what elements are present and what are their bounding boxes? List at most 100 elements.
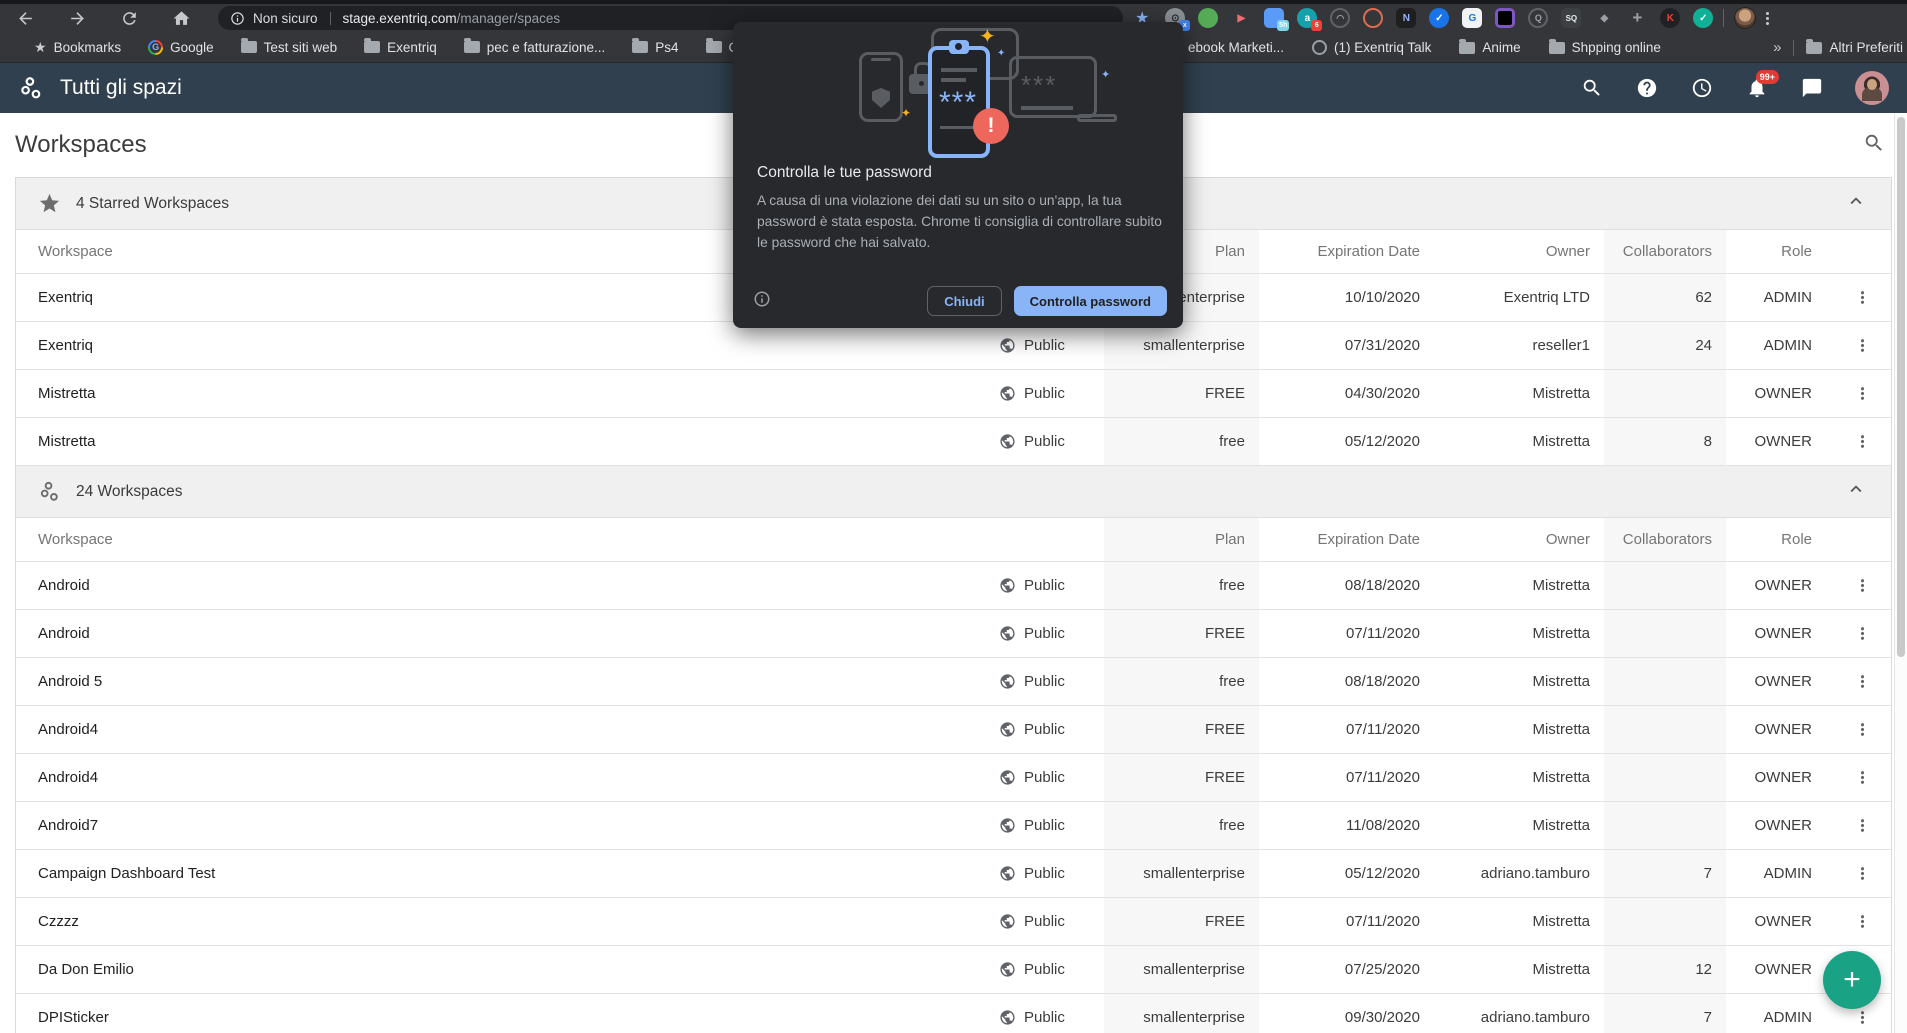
pink-arrow-extension-icon[interactable]: ▶ xyxy=(1231,8,1251,28)
collapse-chevron-icon[interactable] xyxy=(1845,478,1867,505)
home-icon[interactable] xyxy=(166,6,196,30)
url-text: stage.exentriq.com/manager/spaces xyxy=(343,11,561,26)
bookmark-item[interactable]: Ps4 xyxy=(632,40,678,55)
bookmarks-overflow-icon[interactable]: » xyxy=(1773,39,1781,56)
history-clock-icon[interactable] xyxy=(1690,76,1714,100)
row-menu-icon[interactable] xyxy=(1834,418,1891,465)
sparkle-icon: ✦ xyxy=(1101,68,1110,81)
table-row[interactable]: MistrettaPublicfree05/12/2020Mistretta8O… xyxy=(16,418,1891,466)
role-cell: OWNER xyxy=(1726,433,1834,450)
table-row[interactable]: Android4PublicFREE07/11/2020MistrettaOWN… xyxy=(16,706,1891,754)
add-workspace-fab[interactable]: + xyxy=(1823,951,1881,1009)
column-header-collaborators: Collaborators xyxy=(1604,230,1726,273)
notion-extension-icon[interactable]: N xyxy=(1396,8,1416,28)
chat-icon[interactable] xyxy=(1800,76,1824,100)
row-menu-icon[interactable] xyxy=(1834,850,1891,897)
expiration-cell: 08/18/2020 xyxy=(1259,673,1434,690)
table-row[interactable]: Android4PublicFREE07/11/2020MistrettaOWN… xyxy=(16,754,1891,802)
collapse-chevron-icon[interactable] xyxy=(1845,190,1867,217)
close-button[interactable]: Chiudi xyxy=(927,286,1001,316)
visibility-cell: Public xyxy=(999,610,1104,657)
extension-badge: 5h xyxy=(1277,20,1289,31)
visibility-cell: Public xyxy=(999,754,1104,801)
teal-a-extension-icon[interactable]: a6 xyxy=(1297,8,1317,28)
check-passwords-button[interactable]: Controlla password xyxy=(1014,286,1167,316)
bookmark-item[interactable]: Google xyxy=(148,40,214,55)
table-row[interactable]: Da Don EmilioPublicsmallenterprise07/25/… xyxy=(16,946,1891,994)
app-title: Tutti gli spazi xyxy=(60,76,182,100)
bookmark-label: Anime xyxy=(1482,40,1520,55)
bookmark-item[interactable]: Exentriq xyxy=(364,40,437,55)
bookmark-item[interactable]: pec e fatturazione... xyxy=(464,40,606,55)
crosshair-extension-icon[interactable]: + xyxy=(1627,8,1647,28)
k-red-extension-icon[interactable]: K xyxy=(1660,8,1680,28)
table-row[interactable]: Android7Publicfree11/08/2020MistrettaOWN… xyxy=(16,802,1891,850)
table-row[interactable]: MistrettaPublicFREE04/30/2020MistrettaOW… xyxy=(16,370,1891,418)
dropbox-extension-icon[interactable]: ◆ xyxy=(1594,8,1614,28)
row-menu-icon[interactable] xyxy=(1834,898,1891,945)
translate-extension-icon[interactable]: G xyxy=(1462,8,1482,28)
hub-icon xyxy=(38,480,61,503)
dark-ring-extension-icon[interactable]: ◠ xyxy=(1330,8,1350,28)
workspace-name: Mistretta xyxy=(38,385,999,402)
globe-icon xyxy=(999,577,1016,594)
row-menu-icon[interactable] xyxy=(1834,370,1891,417)
notifications-bell-icon[interactable]: 99+ xyxy=(1745,76,1769,100)
table-row[interactable]: Android 5Publicfree08/18/2020MistrettaOW… xyxy=(16,658,1891,706)
row-menu-icon[interactable] xyxy=(1834,322,1891,369)
row-menu-icon[interactable] xyxy=(1834,754,1891,801)
bookmark-item[interactable]: Anime xyxy=(1459,40,1520,55)
globe-icon xyxy=(999,817,1016,834)
blue-folder-extension-icon[interactable]: 5h xyxy=(1264,8,1284,28)
row-menu-icon[interactable] xyxy=(1834,610,1891,657)
forward-icon[interactable] xyxy=(62,6,92,30)
browser-menu-icon[interactable] xyxy=(1766,12,1769,25)
reload-icon[interactable] xyxy=(114,6,144,30)
page-scrollbar[interactable] xyxy=(1894,114,1907,1033)
workspace-name: Campaign Dashboard Test xyxy=(38,865,999,882)
visibility-cell: Public xyxy=(999,802,1104,849)
bookmark-item[interactable]: Test siti web xyxy=(241,40,338,55)
table-search-icon[interactable] xyxy=(1863,132,1885,159)
globe-icon xyxy=(999,1009,1016,1026)
sq-extension-icon[interactable]: SQ xyxy=(1561,8,1581,28)
help-icon[interactable] xyxy=(1635,76,1659,100)
orange-ring-extension-icon[interactable] xyxy=(1363,8,1383,28)
bookmark-item[interactable]: ebook Marketi... xyxy=(1188,40,1284,55)
bookmark-item[interactable]: Shpping online xyxy=(1549,40,1661,55)
other-bookmarks-folder[interactable]: Altri Preferiti xyxy=(1806,40,1903,55)
row-menu-icon[interactable] xyxy=(1834,658,1891,705)
q-ring-extension-icon[interactable]: Q xyxy=(1528,8,1548,28)
scrollbar-thumb[interactable] xyxy=(1897,117,1905,657)
blue-check-extension-icon[interactable]: ✓ xyxy=(1429,8,1449,28)
table-row[interactable]: Campaign Dashboard TestPublicsmallenterp… xyxy=(16,850,1891,898)
role-cell: OWNER xyxy=(1726,625,1834,642)
password-check-dialog: *** *** ! ✦ ✦ ✦ ✦ Controlla le tue passw… xyxy=(733,22,1183,328)
info-icon[interactable] xyxy=(753,290,771,313)
row-menu-icon[interactable] xyxy=(1834,274,1891,321)
back-icon[interactable] xyxy=(10,6,40,30)
table-row[interactable]: CzzzzPublicFREE07/11/2020MistrettaOWNER xyxy=(16,898,1891,946)
user-avatar[interactable] xyxy=(1855,71,1889,105)
section-header-all[interactable]: 24 Workspaces xyxy=(16,466,1891,518)
row-menu-icon[interactable] xyxy=(1834,706,1891,753)
search-icon[interactable] xyxy=(1580,76,1604,100)
visibility-label: Public xyxy=(1024,385,1065,402)
dark-camera-extension-icon[interactable] xyxy=(1495,8,1515,28)
table-row[interactable]: ExentriqPublicsmallenterprise07/31/2020r… xyxy=(16,322,1891,370)
plan-cell: FREE xyxy=(1104,706,1259,753)
teal-shield-extension-icon[interactable]: ✓ xyxy=(1693,8,1713,28)
browser-profile-avatar[interactable] xyxy=(1734,7,1756,29)
bookmark-item[interactable]: (1) Exentriq Talk xyxy=(1312,40,1431,55)
bookmarks-divider xyxy=(1793,40,1794,56)
column-header-expiration: Expiration Date xyxy=(1259,243,1434,260)
column-header-row: WorkspacePlanExpiration DateOwnerCollabo… xyxy=(16,518,1891,562)
row-menu-icon[interactable] xyxy=(1834,802,1891,849)
table-row[interactable]: AndroidPublicfree08/18/2020MistrettaOWNE… xyxy=(16,562,1891,610)
bookmark-item[interactable]: ★Bookmarks xyxy=(34,39,121,56)
table-row[interactable]: DPIStickerPublicsmallenterprise09/30/202… xyxy=(16,994,1891,1033)
green-thumb-extension-icon[interactable] xyxy=(1198,8,1218,28)
globe-icon xyxy=(999,433,1016,450)
row-menu-icon[interactable] xyxy=(1834,562,1891,609)
table-row[interactable]: AndroidPublicFREE07/11/2020MistrettaOWNE… xyxy=(16,610,1891,658)
